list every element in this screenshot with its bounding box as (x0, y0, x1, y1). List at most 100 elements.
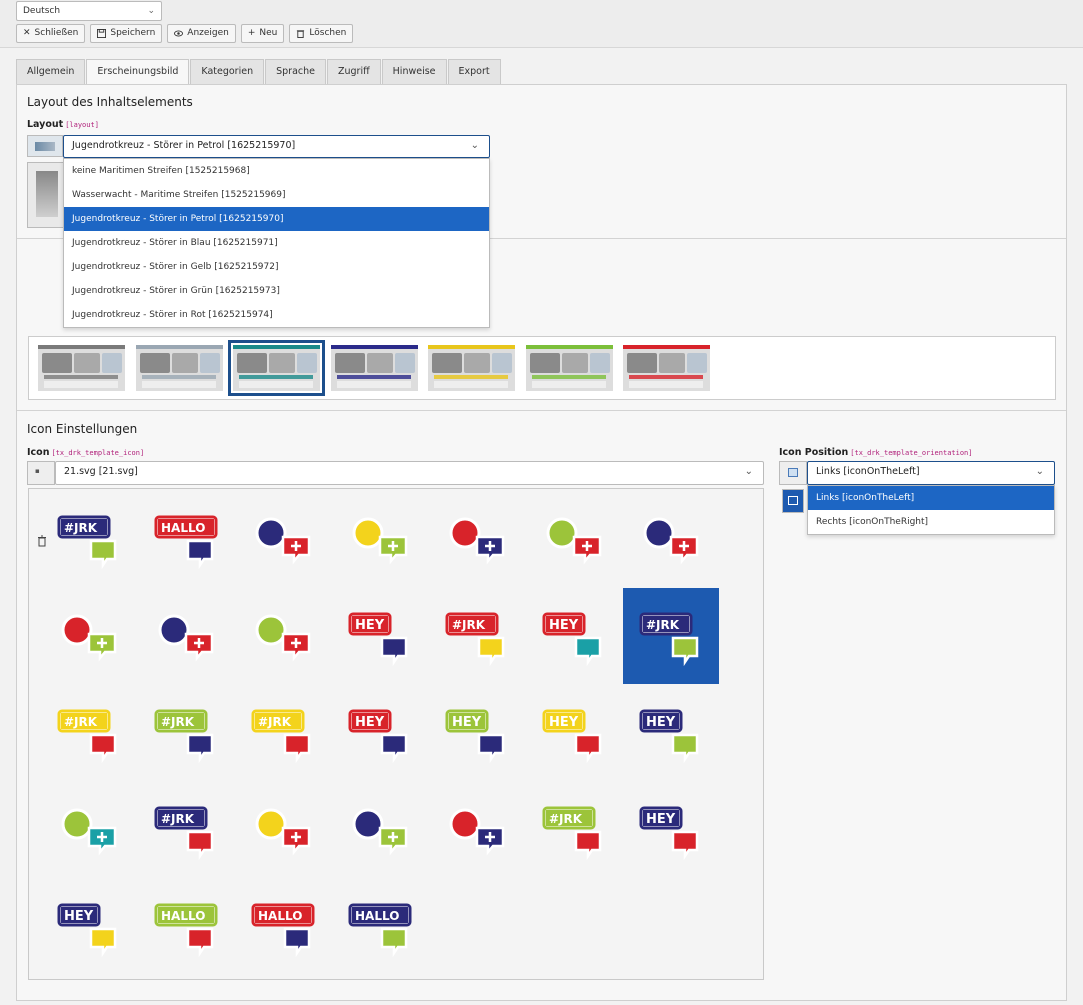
layout-field-label: Layout [layout] (27, 119, 99, 130)
face-chat-cross-green-icon[interactable] (235, 588, 331, 684)
icon-field-label: Icon [tx_drk_template_icon] (27, 447, 144, 458)
thumb-jrk-icon[interactable]: #JRK (138, 685, 234, 781)
language-select[interactable]: Deutsch ⌄ (16, 1, 162, 21)
clap-hey-icon[interactable]: HEY (526, 685, 622, 781)
save-button[interactable]: Speichern (90, 24, 163, 43)
save-button-label: Speichern (110, 28, 156, 38)
sticker-graphic (546, 517, 602, 565)
clap-hey-green-icon[interactable]: HEY (623, 685, 719, 781)
boat-hey-yellow-icon[interactable]: HEY (41, 879, 137, 975)
chevron-down-icon: ⌄ (744, 466, 753, 477)
svg-text:#JRK: #JRK (161, 715, 195, 729)
layout-thumbnail[interactable] (525, 345, 613, 391)
sticker-graphic: HEY (445, 709, 505, 764)
layout-thumbnail[interactable] (428, 345, 515, 391)
position-select[interactable]: Links [iconOnTheLeft] ⌄ (807, 461, 1055, 485)
sticker-graphic: HALLO (251, 903, 315, 958)
tab-erscheinungsbild[interactable]: Erscheinungsbild (86, 59, 190, 85)
sticker-graphic: #JRK (251, 709, 311, 764)
tab-sprache[interactable]: Sprache (265, 59, 326, 84)
svg-text:HEY: HEY (64, 909, 94, 924)
hallo-paper-plane-blue-icon[interactable]: HALLO (332, 879, 428, 975)
position-option[interactable]: Rechts [iconOnTheRight] (808, 510, 1054, 534)
group-paper-plane-icon[interactable] (235, 491, 331, 587)
sticker-graphic: #JRK (639, 612, 699, 667)
rocket-hand-icon[interactable] (332, 782, 428, 878)
thumb-jrk-yellow-icon[interactable]: #JRK (235, 685, 331, 781)
sticker-graphic: #JRK (57, 709, 117, 764)
sticker-graphic (449, 517, 505, 565)
tab-hinweise[interactable]: Hinweise (381, 59, 447, 84)
layout-dropdown: keine Maritimen Streifen [1525215968] Was… (63, 158, 490, 328)
svg-text:HEY: HEY (355, 715, 385, 730)
icon-select[interactable]: 21.svg [21.svg] ⌄ (55, 461, 764, 485)
sticker-graphic: #JRK (445, 612, 505, 667)
rocket-hand-red-icon[interactable] (429, 782, 525, 878)
jrk-heart-blue-icon[interactable]: #JRK (623, 588, 719, 684)
group-paper-plane-yellow-icon[interactable] (332, 491, 428, 587)
layout-option[interactable]: Jugendrotkreuz - Störer in Blau [1625215… (64, 231, 489, 255)
sticker-graphic (352, 808, 408, 856)
jrk-heart-red-icon[interactable]: #JRK (41, 685, 137, 781)
sticker-graphic: HALLO (154, 903, 218, 958)
layout-select[interactable]: Jugendrotkreuz - Störer in Petrol [16252… (63, 135, 490, 158)
sticker-graphic: HEY (542, 612, 602, 667)
tab-export[interactable]: Export (447, 59, 501, 84)
layout-option[interactable]: Wasserwacht - Maritime Streifen [1525215… (64, 183, 489, 207)
layout-option[interactable]: Jugendrotkreuz - Störer in Grün [1625215… (64, 279, 489, 303)
boat-hey-icon[interactable]: HEY (623, 782, 719, 878)
heart-hey-icon[interactable]: HEY (332, 588, 428, 684)
tab-kategorien[interactable]: Kategorien (190, 59, 265, 84)
sticker-graphic: HEY (542, 709, 602, 764)
group-heart-chat-yellow-icon[interactable] (235, 782, 331, 878)
position-dropdown: Links [iconOnTheLeft] Rechts [iconOnTheRi… (807, 485, 1055, 535)
bandage-chat-cross-green-icon[interactable] (526, 491, 622, 587)
new-button[interactable]: + Neu (240, 24, 285, 43)
group-heart-chat-icon[interactable] (41, 782, 137, 878)
heart-hey-teal-icon[interactable]: HEY (526, 588, 622, 684)
hallo-megaphone-red-icon[interactable]: HALLO (235, 879, 331, 975)
position-select-prefix-icon (779, 461, 807, 485)
icon-select-value: 21.svg [21.svg] (64, 466, 138, 477)
layout-option[interactable]: Jugendrotkreuz - Störer in Rot [16252159… (64, 303, 489, 327)
icon-section-title: Icon Einstellungen (27, 422, 138, 436)
layout-select-icon (27, 135, 63, 157)
layout-option[interactable]: Jugendrotkreuz - Störer in Petrol [16252… (64, 207, 489, 231)
hallo-paper-plane-icon[interactable]: HALLO (138, 491, 234, 587)
bandage-ambulance-green-icon[interactable] (41, 588, 137, 684)
jrk-speech-yellow-icon[interactable]: #JRK (429, 588, 525, 684)
bandage-chat-cross-icon[interactable] (429, 491, 525, 587)
layout-option[interactable]: keine Maritimen Streifen [1525215968] (64, 159, 489, 183)
svg-text:HALLO: HALLO (161, 521, 205, 535)
layout-field-key: [layout] (65, 121, 99, 129)
hallo-megaphone-icon[interactable]: HALLO (138, 879, 234, 975)
layout-thumbnail[interactable] (38, 345, 125, 391)
chevron-down-icon: ⌄ (1035, 466, 1044, 477)
tab-bar: Allgemein Erscheinungsbild Kategorien Sprac… (16, 59, 502, 85)
layout-thumbnail[interactable] (135, 345, 223, 391)
layout-option[interactable]: Jugendrotkreuz - Störer in Gelb [1625215… (64, 255, 489, 279)
jrk-big-heart-green-icon[interactable]: #JRK (526, 782, 622, 878)
sticker-graphic: HALLO (154, 515, 218, 570)
face-chat-cross-icon[interactable] (138, 588, 234, 684)
hey-boat-icon[interactable]: HEY (332, 685, 428, 781)
svg-text:#JRK: #JRK (161, 812, 195, 826)
close-button[interactable]: ✕ Schließen (16, 24, 86, 43)
layout-thumbnail[interactable] (228, 340, 325, 396)
layout-thumbnail[interactable] (330, 345, 418, 391)
layout-gallery (28, 336, 1056, 400)
layout-thumbnail[interactable] (623, 345, 710, 391)
jrk-big-heart-icon[interactable]: #JRK (138, 782, 234, 878)
position-select-value: Links [iconOnTheLeft] (816, 466, 920, 477)
jrk-speech-bubble-icon[interactable]: #JRK (41, 491, 137, 587)
sticker-graphic: #JRK (154, 709, 214, 764)
view-button[interactable]: Anzeigen (167, 24, 236, 43)
tab-allgemein[interactable]: Allgemein (16, 59, 86, 84)
bandage-ambulance-icon[interactable] (623, 491, 719, 587)
svg-text:#JRK: #JRK (64, 521, 98, 535)
tab-zugriff[interactable]: Zugriff (327, 59, 381, 84)
hey-boat-green-icon[interactable]: HEY (429, 685, 525, 781)
position-option[interactable]: Links [iconOnTheLeft] (808, 486, 1054, 510)
delete-button[interactable]: Löschen (289, 24, 354, 43)
layout-preview (27, 162, 65, 228)
